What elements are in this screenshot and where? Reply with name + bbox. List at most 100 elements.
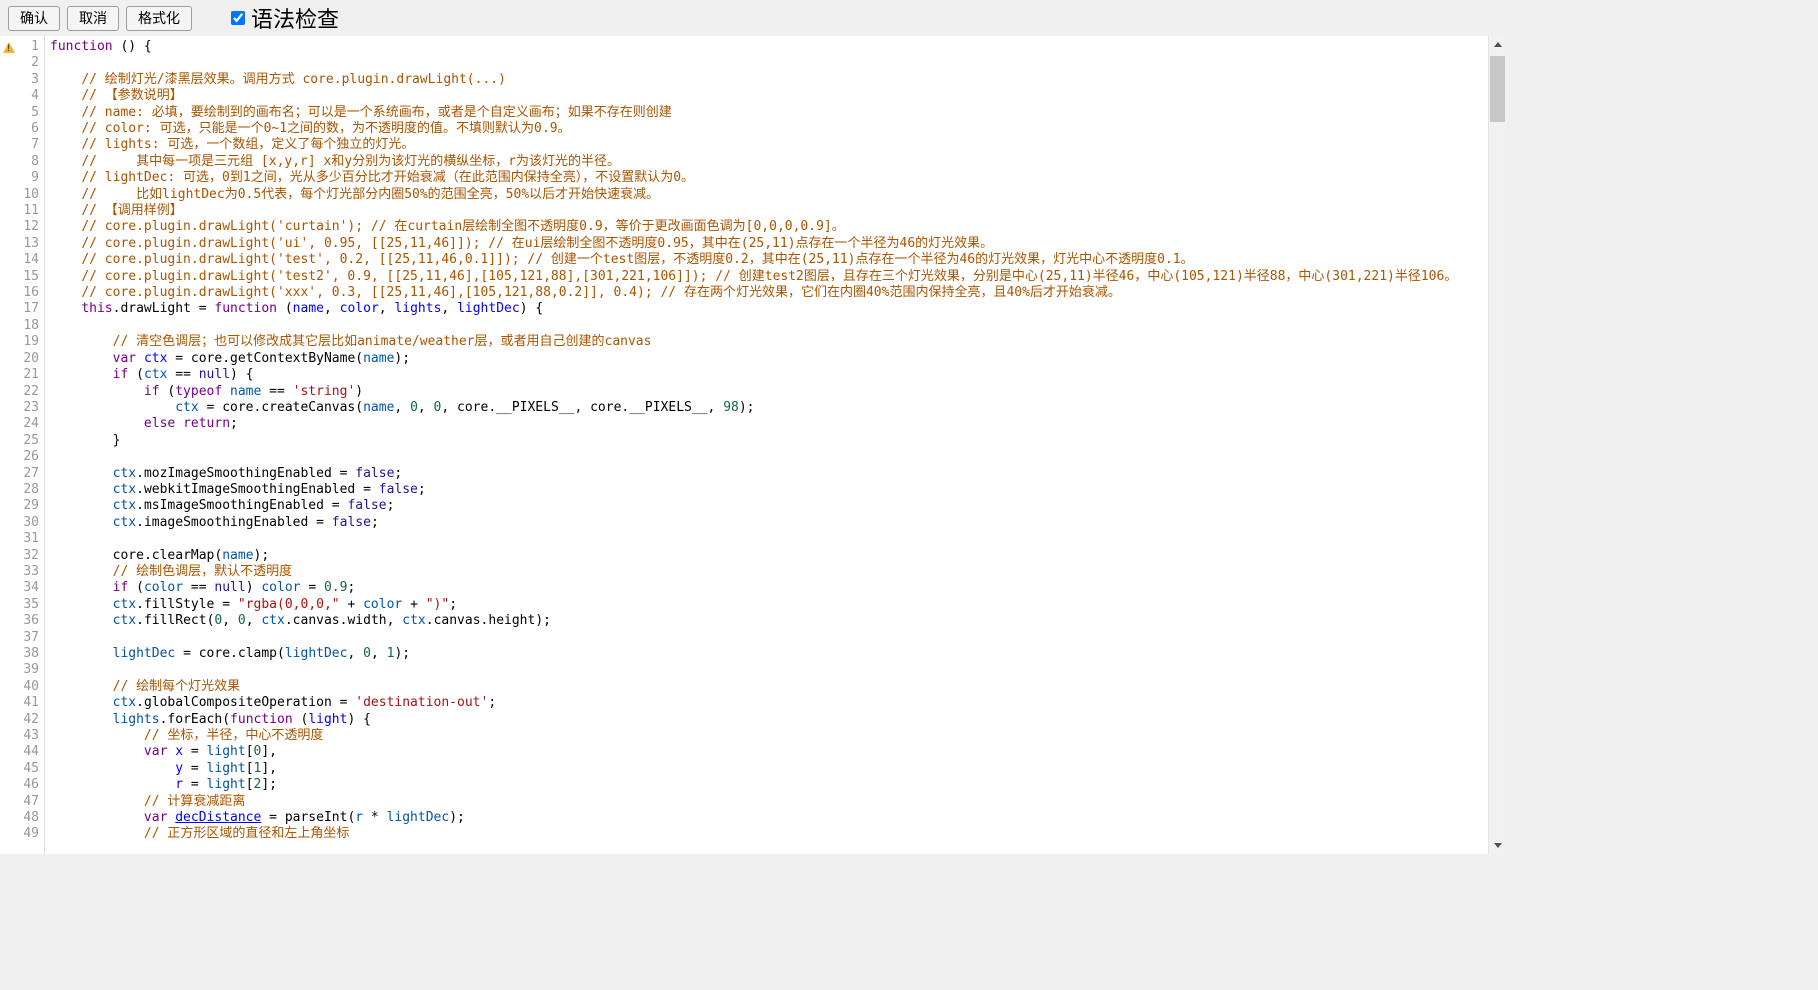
code-line[interactable]: 7 // lights: 可选，一个数组，定义了每个独立的灯光。 — [0, 137, 1488, 153]
code-line[interactable]: 17 this.drawLight = function (name, colo… — [0, 301, 1488, 317]
code-line[interactable]: 11 // 【调用样例】 — [0, 203, 1488, 219]
code-line[interactable]: 21 if (ctx == null) { — [0, 367, 1488, 383]
code-text[interactable]: var x = light[0], — [46, 744, 1488, 760]
code-text[interactable]: function () { — [46, 39, 1488, 55]
code-text[interactable]: // core.plugin.drawLight('xxx', 0.3, [[2… — [46, 285, 1488, 301]
code-text[interactable]: lights.forEach(function (light) { — [46, 712, 1488, 728]
code-line[interactable]: 13 // core.plugin.drawLight('ui', 0.95, … — [0, 236, 1488, 252]
code-line[interactable]: 39 — [0, 662, 1488, 678]
code-line[interactable]: 14 // core.plugin.drawLight('test', 0.2,… — [0, 252, 1488, 268]
code-editor[interactable]: 1function () {23 // 绘制灯光/漆黑层效果。调用方式 core… — [0, 36, 1505, 854]
code-text[interactable]: // 清空色调层；也可以修改成其它层比如animate/weather层，或者用… — [46, 334, 1488, 350]
code-line[interactable]: 19 // 清空色调层；也可以修改成其它层比如animate/weather层，… — [0, 334, 1488, 350]
code-line[interactable]: 33 // 绘制色调层，默认不透明度 — [0, 564, 1488, 580]
code-line[interactable]: 31 — [0, 531, 1488, 547]
code-line[interactable]: 29 ctx.msImageSmoothingEnabled = false; — [0, 498, 1488, 514]
code-line[interactable]: 35 ctx.fillStyle = "rgba(0,0,0," + color… — [0, 597, 1488, 613]
code-line[interactable]: 46 r = light[2]; — [0, 777, 1488, 793]
code-line[interactable]: 22 if (typeof name == 'string') — [0, 384, 1488, 400]
code-text[interactable]: ctx = core.createCanvas(name, 0, 0, core… — [46, 400, 1488, 416]
format-button[interactable]: 格式化 — [126, 6, 192, 31]
code-text[interactable]: // 【调用样例】 — [46, 203, 1488, 219]
code-text[interactable]: y = light[1], — [46, 761, 1488, 777]
code-line[interactable]: 26 — [0, 449, 1488, 465]
code-text[interactable]: var decDistance = parseInt(r * lightDec)… — [46, 810, 1488, 826]
code-text[interactable]: // color: 可选，只能是一个0~1之间的数，为不透明度的值。不填则默认为… — [46, 121, 1488, 137]
code-line[interactable]: 48 var decDistance = parseInt(r * lightD… — [0, 810, 1488, 826]
code-line[interactable]: 3 // 绘制灯光/漆黑层效果。调用方式 core.plugin.drawLig… — [0, 72, 1488, 88]
code-text[interactable]: this.drawLight = function (name, color, … — [46, 301, 1488, 317]
code-line[interactable]: 34 if (color == null) color = 0.9; — [0, 580, 1488, 596]
syntax-check-checkbox[interactable] — [231, 11, 245, 25]
code-text[interactable]: // lights: 可选，一个数组，定义了每个独立的灯光。 — [46, 137, 1488, 153]
code-line[interactable]: 9 // lightDec: 可选，0到1之间，光从多少百分比才开始衰减（在此范… — [0, 170, 1488, 186]
code-text[interactable]: if (ctx == null) { — [46, 367, 1488, 383]
code-text[interactable]: lightDec = core.clamp(lightDec, 0, 1); — [46, 646, 1488, 662]
code-text[interactable]: // name: 必填，要绘制到的画布名；可以是一个系统画布，或者是个自定义画布… — [46, 105, 1488, 121]
code-line[interactable]: 30 ctx.imageSmoothingEnabled = false; — [0, 515, 1488, 531]
code-line[interactable]: 12 // core.plugin.drawLight('curtain'); … — [0, 219, 1488, 235]
code-line[interactable]: 8 // 其中每一项是三元组 [x,y,r] x和y分别为该灯光的横纵坐标，r为… — [0, 154, 1488, 170]
code-line[interactable]: 16 // core.plugin.drawLight('xxx', 0.3, … — [0, 285, 1488, 301]
scrollbar-thumb[interactable] — [1490, 56, 1505, 122]
confirm-button[interactable]: 确认 — [8, 6, 60, 31]
code-line[interactable]: 5 // name: 必填，要绘制到的画布名；可以是一个系统画布，或者是个自定义… — [0, 105, 1488, 121]
code-line[interactable]: 4 // 【参数说明】 — [0, 88, 1488, 104]
code-line[interactable]: 40 // 绘制每个灯光效果 — [0, 679, 1488, 695]
code-text[interactable]: // core.plugin.drawLight('test2', 0.9, [… — [46, 269, 1488, 285]
code-text[interactable]: r = light[2]; — [46, 777, 1488, 793]
code-text[interactable]: // 其中每一项是三元组 [x,y,r] x和y分别为该灯光的横纵坐标，r为该灯… — [46, 154, 1488, 170]
cancel-button[interactable]: 取消 — [67, 6, 119, 31]
code-text[interactable]: // 计算衰减距离 — [46, 794, 1488, 810]
code-text[interactable]: // lightDec: 可选，0到1之间，光从多少百分比才开始衰减（在此范围内… — [46, 170, 1488, 186]
code-text[interactable]: } — [46, 433, 1488, 449]
editor-scrollbar[interactable] — [1488, 36, 1505, 854]
code-line[interactable]: 28 ctx.webkitImageSmoothingEnabled = fal… — [0, 482, 1488, 498]
code-line[interactable]: 1function () { — [0, 39, 1488, 55]
code-text[interactable]: // 绘制每个灯光效果 — [46, 679, 1488, 695]
code-line[interactable]: 42 lights.forEach(function (light) { — [0, 712, 1488, 728]
code-text[interactable]: ctx.webkitImageSmoothingEnabled = false; — [46, 482, 1488, 498]
code-line[interactable]: 2 — [0, 55, 1488, 71]
code-line[interactable]: 18 — [0, 318, 1488, 334]
code-text[interactable]: ctx.imageSmoothingEnabled = false; — [46, 515, 1488, 531]
code-line[interactable]: 10 // 比如lightDec为0.5代表，每个灯光部分内圈50%的范围全亮，… — [0, 187, 1488, 203]
code-line[interactable]: 38 lightDec = core.clamp(lightDec, 0, 1)… — [0, 646, 1488, 662]
code-text[interactable]: if (color == null) color = 0.9; — [46, 580, 1488, 596]
code-text[interactable]: ctx.msImageSmoothingEnabled = false; — [46, 498, 1488, 514]
scrollbar-up-arrow-icon[interactable] — [1489, 36, 1505, 53]
scrollbar-down-arrow-icon[interactable] — [1489, 837, 1505, 854]
code-text[interactable]: // core.plugin.drawLight('test', 0.2, [[… — [46, 252, 1488, 268]
code-line[interactable]: 25 } — [0, 433, 1488, 449]
code-text[interactable]: // core.plugin.drawLight('curtain'); // … — [46, 219, 1488, 235]
code-text[interactable]: // core.plugin.drawLight('ui', 0.95, [[2… — [46, 236, 1488, 252]
code-line[interactable]: 36 ctx.fillRect(0, 0, ctx.canvas.width, … — [0, 613, 1488, 629]
code-line[interactable]: 6 // color: 可选，只能是一个0~1之间的数，为不透明度的值。不填则默… — [0, 121, 1488, 137]
code-text[interactable]: ctx.mozImageSmoothingEnabled = false; — [46, 466, 1488, 482]
code-line[interactable]: 49 // 正方形区域的直径和左上角坐标 — [0, 826, 1488, 842]
code-text[interactable]: else return; — [46, 416, 1488, 432]
code-text[interactable]: ctx.globalCompositeOperation = 'destinat… — [46, 695, 1488, 711]
code-line[interactable]: 20 var ctx = core.getContextByName(name)… — [0, 351, 1488, 367]
code-text[interactable]: // 正方形区域的直径和左上角坐标 — [46, 826, 1488, 842]
code-line[interactable]: 44 var x = light[0], — [0, 744, 1488, 760]
code-text[interactable]: ctx.fillRect(0, 0, ctx.canvas.width, ctx… — [46, 613, 1488, 629]
code-line[interactable]: 47 // 计算衰减距离 — [0, 794, 1488, 810]
code-text[interactable]: // 坐标，半径，中心不透明度 — [46, 728, 1488, 744]
code-line[interactable]: 45 y = light[1], — [0, 761, 1488, 777]
code-line[interactable]: 15 // core.plugin.drawLight('test2', 0.9… — [0, 269, 1488, 285]
code-text[interactable]: // 绘制灯光/漆黑层效果。调用方式 core.plugin.drawLight… — [46, 72, 1488, 88]
code-text[interactable]: ctx.fillStyle = "rgba(0,0,0," + color + … — [46, 597, 1488, 613]
code-line[interactable]: 23 ctx = core.createCanvas(name, 0, 0, c… — [0, 400, 1488, 416]
code-text[interactable]: var ctx = core.getContextByName(name); — [46, 351, 1488, 367]
code-line[interactable]: 27 ctx.mozImageSmoothingEnabled = false; — [0, 466, 1488, 482]
code-line[interactable]: 37 — [0, 630, 1488, 646]
code-text[interactable]: if (typeof name == 'string') — [46, 384, 1488, 400]
code-line[interactable]: 43 // 坐标，半径，中心不透明度 — [0, 728, 1488, 744]
lint-warning-icon[interactable] — [0, 39, 18, 55]
code-line[interactable]: 24 else return; — [0, 416, 1488, 432]
code-text[interactable]: core.clearMap(name); — [46, 548, 1488, 564]
code-text[interactable]: // 【参数说明】 — [46, 88, 1488, 104]
code-text[interactable]: // 绘制色调层，默认不透明度 — [46, 564, 1488, 580]
code-line[interactable]: 41 ctx.globalCompositeOperation = 'desti… — [0, 695, 1488, 711]
